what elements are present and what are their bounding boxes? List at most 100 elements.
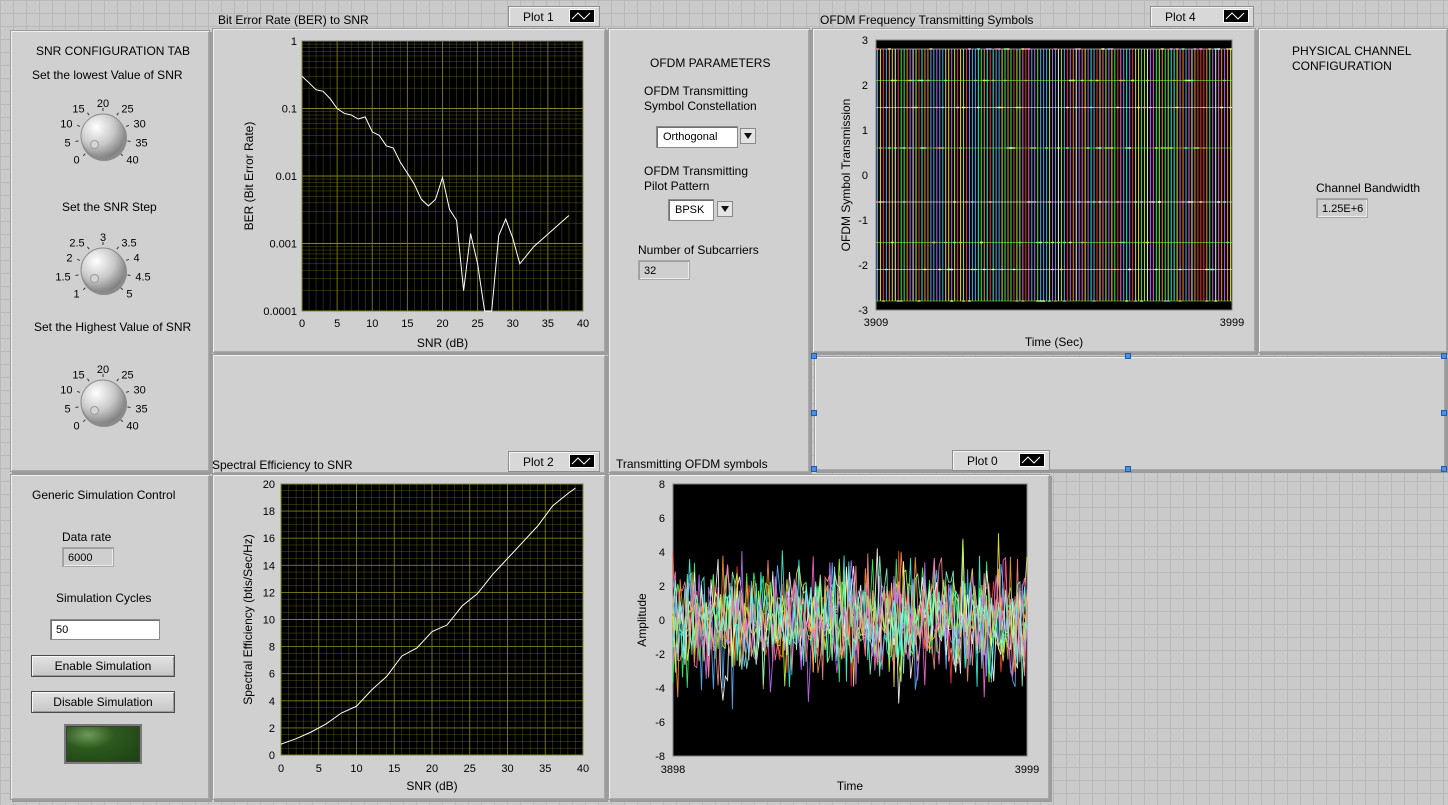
snr-step-knob[interactable]: 11.522.5 3 3.544.55 <box>50 218 160 318</box>
knob-tick-mark <box>76 124 81 127</box>
knob-tick-label: 1 <box>74 288 80 300</box>
x-tick-label: 10 <box>366 318 378 330</box>
knob-tick-label: 30 <box>133 118 145 130</box>
se-plot-name: Plot 2 <box>523 455 554 469</box>
constellation-select[interactable]: Orthogonal <box>656 126 738 148</box>
knob-tick-mark <box>125 124 130 127</box>
y-tick-label: 12 <box>263 587 275 599</box>
y-tick-label: 4 <box>659 547 665 559</box>
x-tick-label: 3999 <box>1015 764 1039 776</box>
x-tick-label: 10 <box>350 763 362 775</box>
x-axis-label: Time (Sec) <box>1025 335 1083 349</box>
knob-tick-label: 0 <box>74 420 80 432</box>
freq-graph-title: OFDM Frequency Transmitting Symbols <box>820 13 1034 27</box>
knob-tick-mark <box>127 140 131 142</box>
knob-tick-label: 25 <box>121 370 133 382</box>
constellation-dropdown-icon[interactable] <box>740 128 756 144</box>
knob-tick-mark <box>76 258 81 261</box>
pilot-pattern-select[interactable]: BPSK <box>668 199 714 221</box>
y-axis-label: OFDM Symbol Transmission <box>839 99 853 252</box>
snr-lowest-knob[interactable]: 051015 20 25303540 <box>50 84 160 184</box>
snr-highest-knob[interactable]: 051015 20 25303540 <box>50 350 160 450</box>
y-tick-label: -8 <box>655 751 665 763</box>
selection-handle[interactable] <box>1125 466 1131 472</box>
sim-control-title: Generic Simulation Control <box>32 488 176 502</box>
knob-tick-mark <box>125 258 130 261</box>
y-tick-label: 8 <box>659 479 665 491</box>
y-tick-label: 16 <box>263 533 275 545</box>
constellation-label: OFDM Transmitting Symbol Constellation <box>644 84 757 113</box>
x-tick-label: 3909 <box>864 317 888 329</box>
data-rate-indicator: 6000 <box>62 547 114 567</box>
knob-tick-mark <box>120 419 124 423</box>
knob-tick-label: 4 <box>133 252 139 264</box>
ofdm-frequency-symbols-chart[interactable]: -3 -2 -1 0 1 2 3 3909 3999 Time (Sec) OFDM Symbol … <box>812 28 1254 354</box>
knob-tick-label: 25 <box>121 104 133 116</box>
knob-tick-label: 30 <box>133 384 145 396</box>
selection-handle[interactable] <box>1441 466 1447 472</box>
disable-simulation-button[interactable]: Disable Simulation <box>31 691 175 713</box>
freq-plot-legend[interactable]: Plot 4 <box>1150 6 1254 27</box>
simulation-cycles-input[interactable]: 50 <box>50 619 160 640</box>
selection-handle[interactable] <box>811 410 817 416</box>
y-tick-label: -1 <box>858 215 868 227</box>
pilot-label: OFDM Transmitting Pilot Pattern <box>644 164 749 193</box>
y-axis-label: Spectral Efficiency (btis/Sec/Hz) <box>241 534 255 705</box>
x-tick-label: 25 <box>472 318 484 330</box>
spectral-efficiency-chart[interactable]: 0 5 10 15 20 25 30 35 40 0 2 4 6 8 10 12 14 16 18 20 SNR (dB… <box>212 472 604 800</box>
time-plot-name: Plot 0 <box>967 454 998 468</box>
y-tick-label: 0 <box>659 615 665 627</box>
knob1-label: Set the lowest Value of SNR <box>32 68 183 82</box>
y-tick-label: -2 <box>655 649 665 661</box>
se-plot-legend[interactable]: Plot 2 <box>508 451 600 472</box>
x-tick-label: 0 <box>299 318 305 330</box>
knob-dial[interactable] <box>80 247 126 293</box>
knob-dial[interactable] <box>80 113 126 159</box>
knob-dial[interactable] <box>80 379 126 425</box>
ofdm-time-symbols-chart[interactable]: -8 -6 -4 -2 0 2 4 6 8 3898 3999 Time Amplitude <box>608 472 1048 800</box>
se-graph-title: Spectral Efficiency to SNR <box>212 458 353 472</box>
selection-handle[interactable] <box>1441 410 1447 416</box>
line-style-icon <box>1223 9 1249 23</box>
knob-tick-mark <box>127 406 131 408</box>
knob-tick-label: 4.5 <box>135 271 150 283</box>
knob-tick-label: 15 <box>72 370 84 382</box>
simulation-status-led[interactable] <box>64 724 142 764</box>
ber-vs-snr-chart[interactable]: 0 5 10 15 20 25 30 35 40 0.0001 0.001 0.01 0.1 1 SNR (… <box>212 28 604 354</box>
knob-tick-label: 35 <box>135 137 147 149</box>
y-tick-label: 8 <box>269 642 275 654</box>
ber-plot-legend[interactable]: Plot 1 <box>508 6 600 27</box>
y-tick-label: -2 <box>858 260 868 272</box>
x-axis-label: SNR (dB) <box>406 779 457 793</box>
y-tick-label: 0.0001 <box>263 306 297 318</box>
x-tick-label: 5 <box>334 318 340 330</box>
pilot-dropdown-icon[interactable] <box>717 201 733 217</box>
knob-tick-label: 5 <box>65 403 71 415</box>
snr-tab-title: SNR CONFIGURATION TAB <box>36 44 191 58</box>
x-tick-label: 0 <box>278 763 284 775</box>
knob-tick-mark <box>116 112 119 116</box>
x-tick-label: 3898 <box>661 764 685 776</box>
x-tick-label: 15 <box>401 318 413 330</box>
ofdm-params-title: OFDM PARAMETERS <box>650 56 771 70</box>
y-tick-label: 2 <box>659 581 665 593</box>
y-tick-label: 2 <box>269 723 275 735</box>
knob-tick-mark <box>127 274 131 276</box>
freq-plot-name: Plot 4 <box>1165 10 1196 24</box>
knob-tick-label: 10 <box>60 118 72 130</box>
x-tick-label: 25 <box>464 763 476 775</box>
enable-simulation-button[interactable]: Enable Simulation <box>31 655 175 677</box>
x-tick-label: 15 <box>388 763 400 775</box>
knob-tick-mark <box>116 246 119 250</box>
y-tick-label: -3 <box>858 305 868 317</box>
y-tick-label: 0.01 <box>276 171 297 183</box>
y-tick-label: 14 <box>263 560 275 572</box>
y-tick-label: 1 <box>291 36 297 48</box>
knob-tick-mark <box>87 246 90 250</box>
line-style-icon <box>569 454 595 468</box>
knob-pointer-dimple <box>90 405 100 415</box>
knob-tick-mark <box>82 419 86 423</box>
knob-pointer-dimple <box>90 273 100 283</box>
selection-handle[interactable] <box>1441 353 1447 359</box>
time-plot-legend[interactable]: Plot 0 <box>952 450 1050 471</box>
